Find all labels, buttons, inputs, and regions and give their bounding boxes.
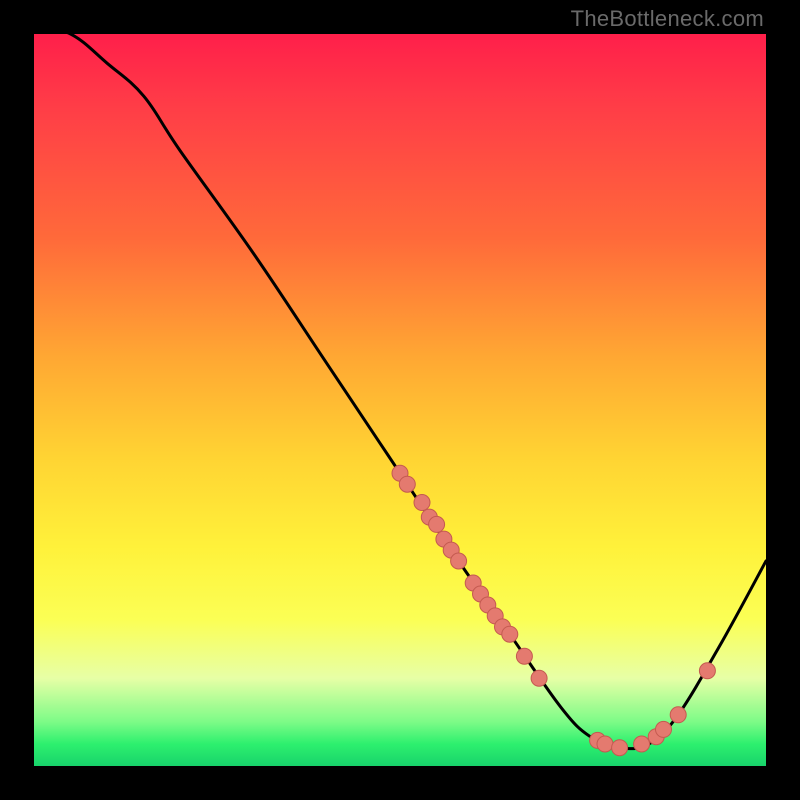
plot-area [34,34,766,766]
data-point [656,721,672,737]
data-point [597,736,613,752]
data-point [516,648,532,664]
bottleneck-curve [34,34,766,749]
data-point [699,663,715,679]
chart-svg [34,34,766,766]
data-points [392,465,715,756]
data-point [670,707,686,723]
data-point [634,736,650,752]
data-point [414,495,430,511]
data-point [612,740,628,756]
watermark-text: TheBottleneck.com [571,6,764,32]
data-point [399,476,415,492]
data-point [531,670,547,686]
chart-root: TheBottleneck.com [0,0,800,800]
data-point [429,516,445,532]
data-point [502,626,518,642]
data-point [451,553,467,569]
